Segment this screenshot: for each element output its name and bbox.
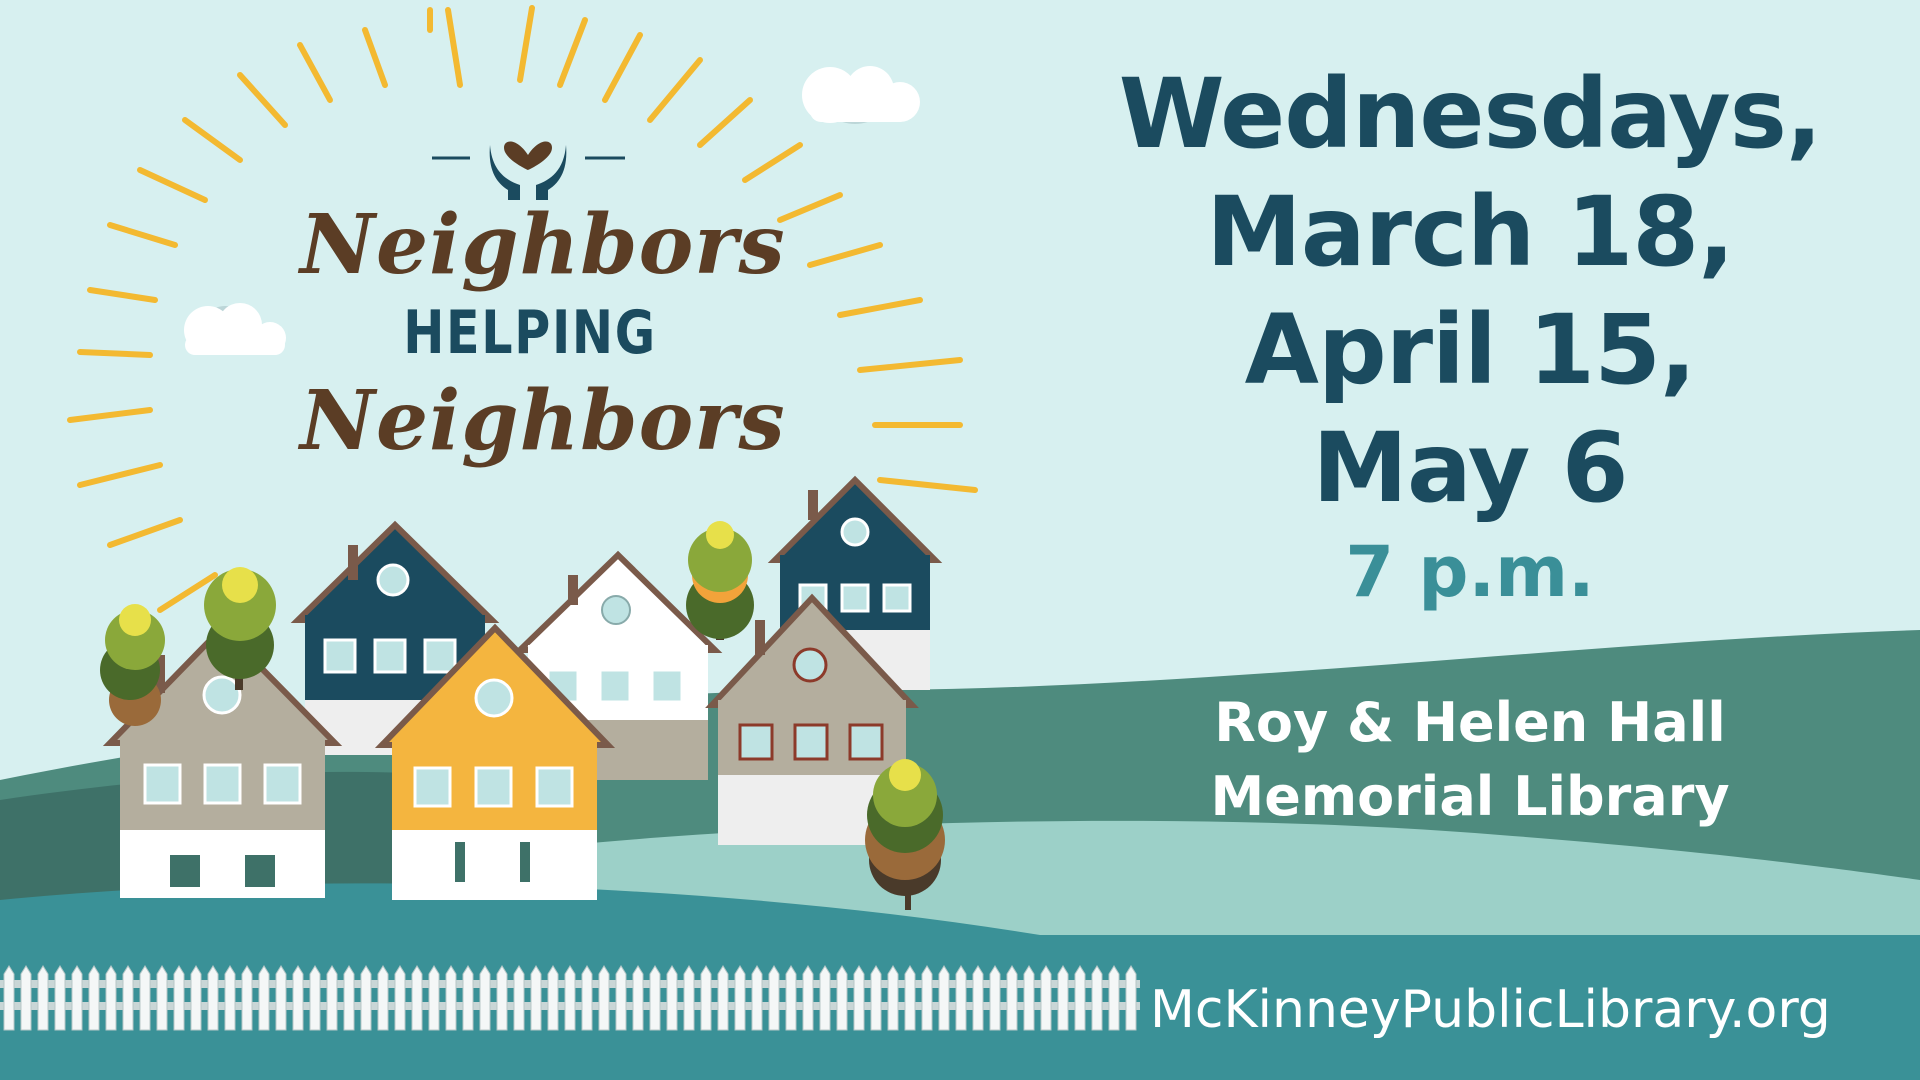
title-line-2: HELPING xyxy=(403,298,657,368)
fence-picket xyxy=(445,965,457,1031)
fence-picket xyxy=(836,965,848,1031)
fence-picket xyxy=(717,965,729,1031)
fence-picket xyxy=(513,965,525,1031)
fence-picket xyxy=(785,965,797,1031)
fence-picket xyxy=(751,965,763,1031)
fence-picket xyxy=(105,965,117,1031)
fence-picket xyxy=(972,965,984,1031)
tree xyxy=(686,521,754,640)
event-time: 7 p.m. xyxy=(1345,531,1595,613)
fence-picket xyxy=(37,965,49,1031)
cloud-icon xyxy=(802,66,920,124)
cloud-icon xyxy=(184,303,286,355)
fence-picket xyxy=(989,965,1001,1031)
fence-picket xyxy=(360,965,372,1031)
event-banner: Neighbors HELPING Neighbors Wednesdays, … xyxy=(0,0,1920,1080)
fence-picket xyxy=(904,965,916,1031)
date-line: April 15, xyxy=(1244,294,1697,406)
fence-picket xyxy=(683,965,695,1031)
fence-picket xyxy=(802,965,814,1031)
fence-picket xyxy=(275,965,287,1031)
fence-picket xyxy=(530,965,542,1031)
fence-picket xyxy=(547,965,559,1031)
fence-picket xyxy=(139,965,151,1031)
fence-picket xyxy=(122,965,134,1031)
date-line: Wednesdays, xyxy=(1118,58,1823,170)
fence-picket xyxy=(768,965,780,1031)
fence-picket xyxy=(88,965,100,1031)
fence-picket xyxy=(649,965,661,1031)
fence-picket xyxy=(564,965,576,1031)
title-line-1: Neighbors xyxy=(300,197,786,293)
event-venue: Roy & Helen Hall Memorial Library xyxy=(1160,686,1780,834)
fence-picket xyxy=(632,965,644,1031)
fence-picket xyxy=(598,965,610,1031)
fence-picket xyxy=(853,965,865,1031)
fence-picket xyxy=(71,965,83,1031)
fence-picket xyxy=(887,965,899,1031)
fence-picket xyxy=(1108,965,1120,1031)
fence-picket xyxy=(1091,965,1103,1031)
fence-picket xyxy=(224,965,236,1031)
date-line: March 18, xyxy=(1206,176,1734,288)
fence-picket xyxy=(1040,965,1052,1031)
title-line-3: Neighbors xyxy=(300,373,786,469)
venue-line: Memorial Library xyxy=(1210,765,1730,828)
fence-picket xyxy=(292,965,304,1031)
fence-picket xyxy=(1074,965,1086,1031)
fence-picket xyxy=(241,965,253,1031)
fence-picket xyxy=(734,965,746,1031)
fence-picket xyxy=(343,965,355,1031)
tree xyxy=(100,604,165,726)
fence-picket xyxy=(428,965,440,1031)
fence-picket xyxy=(700,965,712,1031)
fence-picket xyxy=(54,965,66,1031)
fence-picket xyxy=(156,965,168,1031)
fence-picket xyxy=(819,965,831,1031)
fence-picket xyxy=(173,965,185,1031)
fence-picket xyxy=(1023,965,1035,1031)
fence-picket xyxy=(496,965,508,1031)
fence-picket xyxy=(1125,965,1137,1031)
fence-picket xyxy=(394,965,406,1031)
fence-picket xyxy=(581,965,593,1031)
fence-picket xyxy=(20,965,32,1031)
fence-picket xyxy=(1057,965,1069,1031)
fence-picket xyxy=(411,965,423,1031)
fence-picket xyxy=(462,965,474,1031)
fence-picket xyxy=(666,965,678,1031)
fence-picket xyxy=(190,965,202,1031)
fence-picket xyxy=(1006,965,1018,1031)
website-link[interactable]: McKinneyPublicLibrary.org xyxy=(1150,975,1831,1045)
fence-picket xyxy=(938,965,950,1031)
fence-picket xyxy=(258,965,270,1031)
fence-picket xyxy=(3,965,15,1031)
venue-line: Roy & Helen Hall xyxy=(1214,691,1726,754)
fence-picket xyxy=(377,965,389,1031)
date-line: May 6 xyxy=(1312,412,1628,524)
fence-picket xyxy=(207,965,219,1031)
heart-in-hands-icon xyxy=(432,141,625,200)
fence-picket xyxy=(615,965,627,1031)
fence-picket xyxy=(479,965,491,1031)
program-title: Neighbors HELPING Neighbors xyxy=(300,195,786,471)
fence-picket xyxy=(870,965,882,1031)
fence-picket xyxy=(309,965,321,1031)
fence-picket xyxy=(921,965,933,1031)
fence-picket xyxy=(955,965,967,1031)
event-dates: Wednesdays, March 18, April 15, May 6 7 … xyxy=(1060,55,1880,615)
fence-picket xyxy=(326,965,338,1031)
